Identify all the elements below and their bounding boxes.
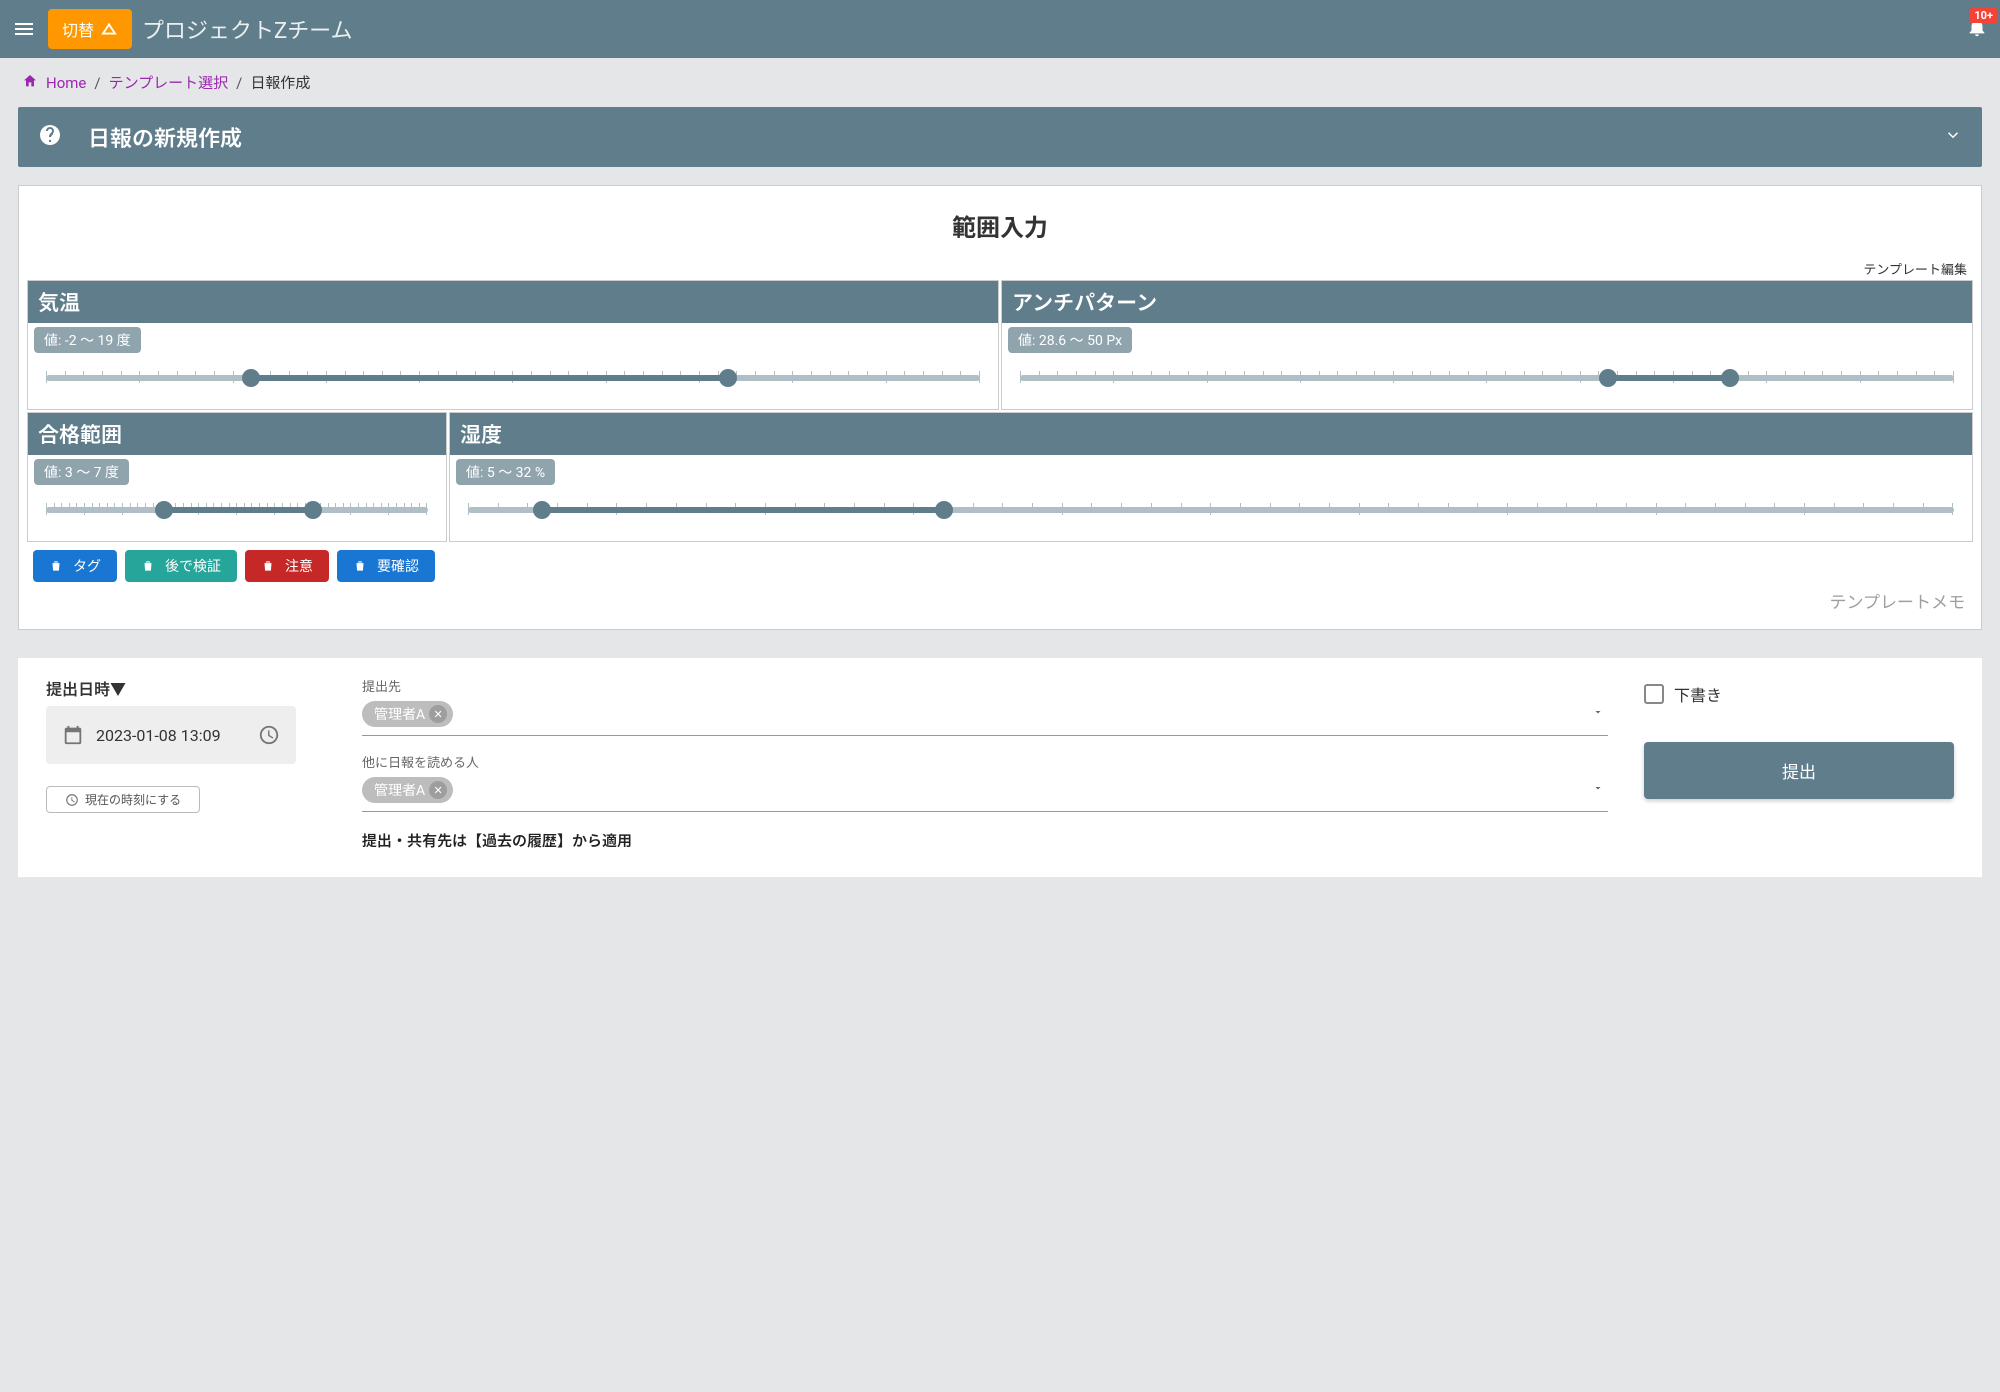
- trash-icon: [49, 559, 63, 573]
- section-title: 日報の新規作成: [88, 121, 242, 153]
- range-input-card: 範囲入力 テンプレート編集 気温 値: -2 〜 19 度 アンチパターン 値:…: [18, 185, 1982, 630]
- notification-badge: 10+: [1969, 8, 1998, 23]
- history-note[interactable]: 提出・共有先は【過去の履歴】から適用: [362, 828, 1608, 851]
- slider-thumb-low[interactable]: [155, 501, 173, 519]
- datetime-label[interactable]: 提出日時▼: [46, 676, 326, 700]
- slider-thumb-high[interactable]: [719, 369, 737, 387]
- range-slider[interactable]: [46, 375, 980, 381]
- reader-label: 他に日報を読める人: [362, 752, 1608, 771]
- set-now-button[interactable]: 現在の時刻にする: [46, 786, 200, 813]
- calendar-icon: [62, 724, 84, 746]
- trash-icon: [261, 559, 275, 573]
- range-title: 湿度: [450, 413, 1972, 455]
- home-icon[interactable]: [22, 73, 38, 93]
- tag-button-later[interactable]: 後で検証: [125, 550, 237, 582]
- range-value-chip: 値: 28.6 〜 50 Px: [1008, 327, 1132, 353]
- help-icon[interactable]: [38, 123, 62, 151]
- range-temperature: 気温 値: -2 〜 19 度: [27, 280, 999, 410]
- menu-icon[interactable]: [12, 17, 36, 41]
- template-edit-link[interactable]: テンプレート編集: [27, 259, 1973, 278]
- slider-thumb-low[interactable]: [242, 369, 260, 387]
- range-title: アンチパターン: [1002, 281, 1972, 323]
- trash-icon: [141, 559, 155, 573]
- slider-thumb-high[interactable]: [304, 501, 322, 519]
- dropdown-icon[interactable]: [1592, 706, 1604, 722]
- clock-icon: [65, 793, 79, 807]
- reader-select[interactable]: 管理者A ✕: [362, 773, 1608, 812]
- app-header: 切替 プロジェクトZチーム 10+: [0, 0, 2000, 58]
- submit-panel: 提出日時▼ 2023-01-08 13:09 現在の時刻にする 提出先 管理者A…: [18, 658, 1982, 877]
- breadcrumb-template[interactable]: テンプレート選択: [109, 72, 229, 93]
- breadcrumb-current: 日報作成: [250, 72, 310, 93]
- switch-button[interactable]: 切替: [48, 9, 132, 49]
- range-value-chip: 値: 5 〜 32 %: [456, 459, 555, 485]
- remove-chip-icon[interactable]: ✕: [429, 781, 447, 799]
- dest-select[interactable]: 管理者A ✕: [362, 697, 1608, 736]
- range-slider[interactable]: [46, 507, 428, 513]
- draft-checkbox[interactable]: [1644, 684, 1664, 704]
- draft-label: 下書き: [1674, 682, 1722, 706]
- chevron-down-icon: [1944, 126, 1962, 144]
- tag-row: タグ 後で検証 注意 要確認: [27, 542, 1973, 582]
- range-title: 合格範囲: [28, 413, 446, 455]
- slider-thumb-high[interactable]: [935, 501, 953, 519]
- range-pass: 合格範囲 値: 3 〜 7 度: [27, 412, 447, 542]
- team-title: プロジェクトZチーム: [142, 13, 353, 45]
- range-humidity: 湿度 値: 5 〜 32 %: [449, 412, 1973, 542]
- remove-chip-icon[interactable]: ✕: [429, 705, 447, 723]
- template-memo-link[interactable]: テンプレートメモ: [27, 582, 1973, 613]
- dropdown-icon[interactable]: [1592, 782, 1604, 798]
- trash-icon: [353, 559, 367, 573]
- breadcrumb-home[interactable]: Home: [46, 74, 86, 92]
- slider-thumb-low[interactable]: [533, 501, 551, 519]
- user-chip: 管理者A ✕: [362, 701, 453, 727]
- datetime-value: 2023-01-08 13:09: [96, 726, 221, 745]
- range-slider[interactable]: [468, 507, 1954, 513]
- user-chip: 管理者A ✕: [362, 777, 453, 803]
- datetime-input[interactable]: 2023-01-08 13:09: [46, 706, 296, 764]
- switch-label: 切替: [62, 17, 94, 41]
- breadcrumb: Home / テンプレート選択 / 日報作成: [0, 58, 2000, 107]
- triangle-up-icon: [100, 20, 118, 38]
- submit-button[interactable]: 提出: [1644, 742, 1954, 799]
- tag-button-check[interactable]: 要確認: [337, 550, 435, 582]
- range-value-chip: 値: 3 〜 7 度: [34, 459, 129, 485]
- clock-icon: [258, 724, 280, 746]
- range-antipattern: アンチパターン 値: 28.6 〜 50 Px: [1001, 280, 1973, 410]
- range-value-chip: 値: -2 〜 19 度: [34, 327, 141, 353]
- tag-button-warn[interactable]: 注意: [245, 550, 329, 582]
- slider-thumb-high[interactable]: [1721, 369, 1739, 387]
- dest-label: 提出先: [362, 676, 1608, 695]
- range-slider[interactable]: [1020, 375, 1954, 381]
- range-title: 気温: [28, 281, 998, 323]
- collapse-toggle[interactable]: [1944, 126, 1962, 148]
- tag-button-tag[interactable]: タグ: [33, 550, 117, 582]
- notifications-button[interactable]: 10+: [1966, 16, 1988, 42]
- card-title: 範囲入力: [27, 196, 1973, 259]
- slider-thumb-low[interactable]: [1599, 369, 1617, 387]
- section-header[interactable]: 日報の新規作成: [18, 107, 1982, 167]
